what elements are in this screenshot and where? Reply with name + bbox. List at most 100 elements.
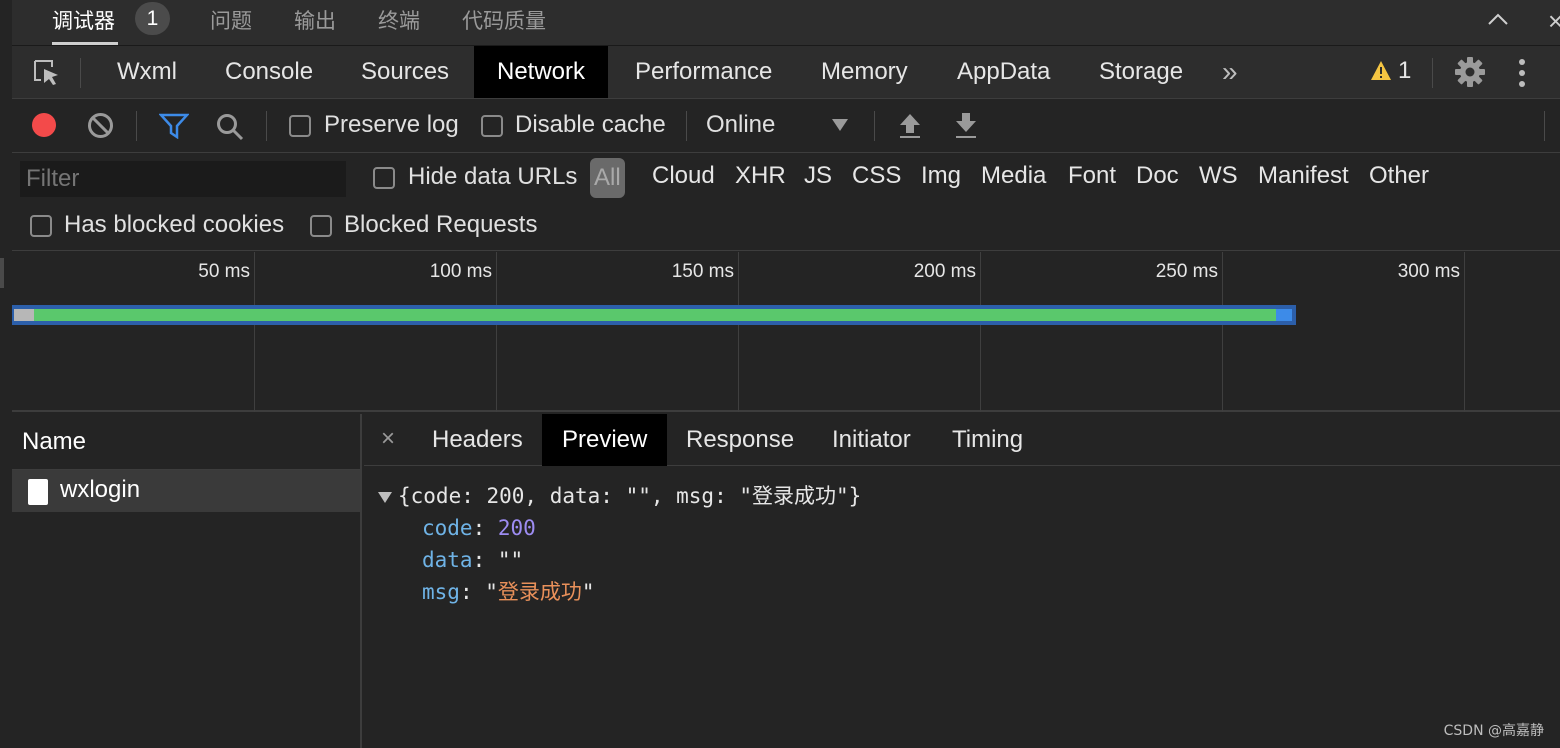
json-preview: {code: 200, data: "", msg: "登录成功"} code:… [378, 480, 861, 608]
tab-storage[interactable]: Storage [1076, 46, 1206, 98]
expand-triangle-icon[interactable] [378, 491, 392, 503]
preserve-log-label[interactable]: Preserve log [324, 111, 459, 139]
chevron-down-icon[interactable] [832, 119, 848, 131]
document-icon [28, 479, 48, 505]
filter-type-xhr[interactable]: XHR [735, 162, 786, 190]
blocked-requests-checkbox[interactable] [310, 215, 332, 237]
tab-issues[interactable]: 问题 [210, 5, 252, 35]
filter-type-js[interactable]: JS [804, 162, 832, 190]
timing-bar-queue [14, 309, 34, 321]
timeline-gridline [1464, 252, 1465, 412]
timeline-tick-label: 300 ms [1397, 261, 1460, 282]
json-key: data [422, 548, 473, 572]
has-blocked-cookies-checkbox[interactable] [30, 215, 52, 237]
column-header-name[interactable]: Name [12, 414, 360, 470]
close-icon[interactable]: × [1548, 6, 1560, 37]
filter-input[interactable] [20, 161, 346, 197]
warning-count[interactable]: 1 [1398, 57, 1411, 85]
tab-preview[interactable]: Preview [542, 414, 668, 466]
filter-type-all[interactable]: All [590, 158, 625, 198]
filter-type-cloud[interactable]: Cloud [652, 162, 715, 190]
tab-console[interactable]: Console [202, 46, 336, 98]
filter-type-media[interactable]: Media [981, 162, 1046, 190]
json-key: msg [422, 580, 460, 604]
tab-terminal[interactable]: 终端 [378, 5, 420, 35]
json-key: code [422, 516, 473, 540]
json-summary-line[interactable]: {code: 200, data: "", msg: "登录成功"} [378, 480, 861, 512]
filter-type-img[interactable]: Img [921, 162, 961, 190]
tab-code-quality[interactable]: 代码质量 [462, 5, 546, 35]
tab-sources[interactable]: Sources [338, 46, 472, 98]
tab-wxml[interactable]: Wxml [94, 46, 200, 98]
filter-type-doc[interactable]: Doc [1136, 162, 1179, 190]
timeline-tick-label: 100 ms [429, 261, 492, 282]
timing-bar-waiting [34, 309, 1276, 321]
json-value: 登录成功 [497, 580, 582, 604]
tab-debugger[interactable]: 调试器 [52, 5, 115, 35]
gutter-handle[interactable] [0, 258, 4, 288]
tab-timing[interactable]: Timing [932, 414, 1043, 466]
blocked-requests-label[interactable]: Blocked Requests [344, 211, 537, 239]
timeline-gridline [496, 252, 497, 412]
filter-type-ws[interactable]: WS [1199, 162, 1238, 190]
import-har-icon[interactable] [898, 111, 922, 139]
warning-icon[interactable] [1370, 60, 1392, 82]
tab-appdata[interactable]: AppData [934, 46, 1073, 98]
panel-tab-bar: 调试器 1 问题 输出 终端 代码质量 × [12, 0, 1560, 46]
tab-headers[interactable]: Headers [412, 414, 543, 466]
watermark: CSDN @高嘉静 [1443, 723, 1544, 739]
tab-initiator[interactable]: Initiator [812, 414, 931, 466]
filter-type-manifest[interactable]: Manifest [1258, 162, 1349, 190]
timeline-gridline [738, 252, 739, 412]
export-har-icon[interactable] [954, 111, 978, 139]
more-tabs-icon[interactable]: » [1222, 56, 1238, 88]
preserve-log-checkbox[interactable] [289, 115, 311, 137]
json-value: 200 [497, 516, 536, 540]
tab-output[interactable]: 输出 [294, 5, 336, 35]
detail-tab-bar: × Headers Preview Response Initiator Tim… [364, 414, 1560, 466]
json-summary: {code: 200, data: "", msg: "登录成功"} [398, 484, 862, 508]
timeline-gridline [254, 252, 255, 412]
left-gutter [0, 0, 12, 748]
tab-performance[interactable]: Performance [612, 46, 795, 98]
timeline-tick-label: 50 ms [198, 261, 250, 282]
more-options-icon[interactable] [1518, 58, 1526, 88]
throttle-select[interactable]: Online [706, 111, 775, 139]
separator [136, 111, 137, 141]
separator [1432, 58, 1433, 88]
inspect-element-icon[interactable] [32, 58, 62, 88]
disable-cache-checkbox[interactable] [481, 115, 503, 137]
table-row[interactable]: wxlogin [12, 470, 360, 512]
search-icon[interactable] [215, 112, 245, 142]
filter-icon[interactable] [159, 113, 189, 139]
record-button[interactable] [32, 113, 56, 137]
separator [874, 111, 875, 141]
separator [1544, 111, 1545, 141]
debugger-badge: 1 [135, 2, 170, 35]
timeline-gridline [980, 252, 981, 412]
json-value: "" [497, 548, 524, 572]
filter-type-css[interactable]: CSS [852, 162, 901, 190]
tab-network[interactable]: Network [474, 46, 609, 98]
request-name[interactable]: wxlogin [60, 476, 140, 504]
disable-cache-label[interactable]: Disable cache [515, 111, 666, 139]
hide-data-urls-checkbox[interactable] [373, 167, 395, 189]
timeline-gridline [1222, 252, 1223, 412]
close-icon[interactable]: × [381, 425, 395, 453]
filter-type-other[interactable]: Other [1369, 162, 1429, 190]
network-overview-timeline[interactable]: 50 ms 100 ms 150 ms 200 ms 250 ms 300 ms [12, 252, 1560, 412]
has-blocked-cookies-label[interactable]: Has blocked cookies [64, 211, 284, 239]
chevron-up-icon[interactable] [1486, 8, 1510, 32]
timeline-tick-label: 200 ms [913, 261, 976, 282]
tab-response[interactable]: Response [666, 414, 814, 466]
hide-data-urls-label[interactable]: Hide data URLs [408, 163, 577, 191]
devtools-tab-bar: Wxml Console Sources Network Performance… [12, 46, 1560, 99]
filter-type-font[interactable]: Font [1068, 162, 1116, 190]
timeline-tick-label: 250 ms [1155, 261, 1218, 282]
json-field-data: data: "" [422, 548, 524, 572]
clear-icon[interactable] [87, 112, 114, 139]
gear-icon[interactable] [1454, 56, 1486, 88]
tab-memory[interactable]: Memory [798, 46, 931, 98]
request-detail-pane: × Headers Preview Response Initiator Tim… [364, 414, 1560, 748]
timing-bar-download [1276, 309, 1292, 321]
